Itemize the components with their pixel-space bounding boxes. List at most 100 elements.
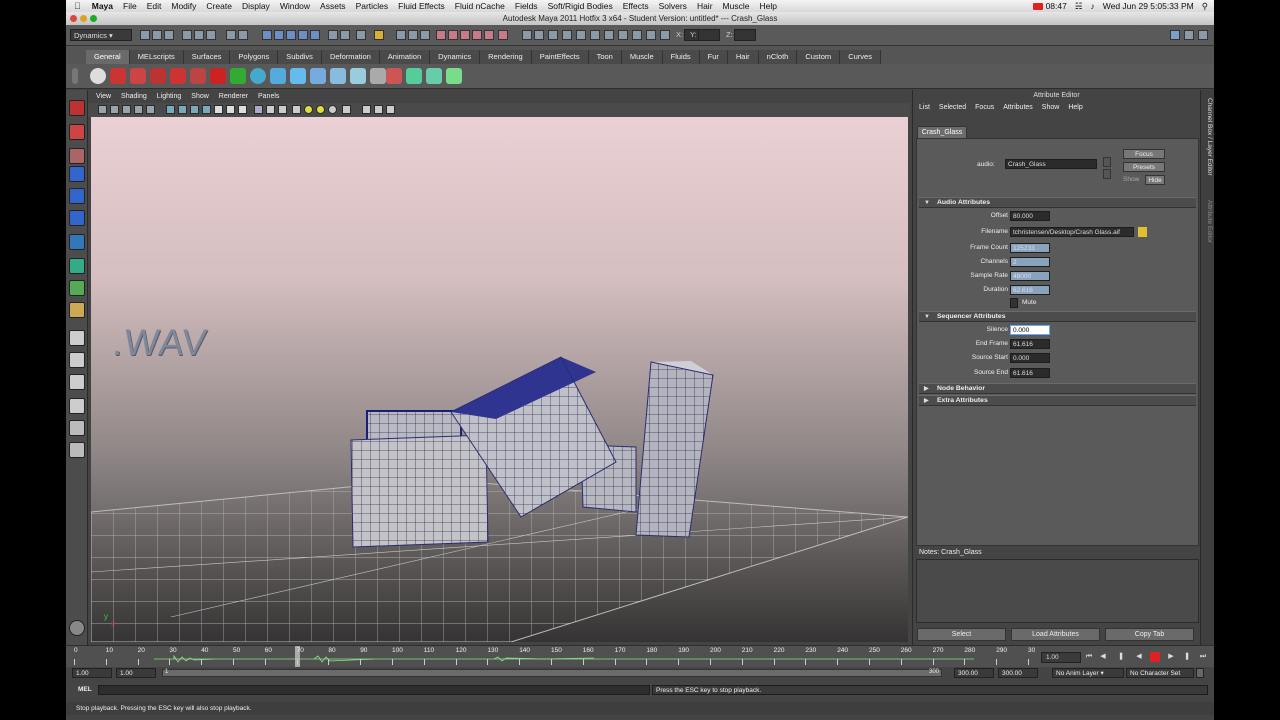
panel-menu-lighting[interactable]: Lighting [157, 93, 182, 103]
xray-joints-icon[interactable] [266, 105, 275, 114]
source-end-field[interactable]: 61.616 [1010, 368, 1050, 378]
component-editor-icon[interactable] [604, 30, 614, 40]
xyz-toggle-icon[interactable] [646, 30, 656, 40]
menu-effects[interactable]: Effects [618, 1, 654, 11]
xray-icon[interactable] [202, 105, 211, 114]
tool-settings-toggle-icon[interactable] [1198, 30, 1208, 40]
ae-menu-selected[interactable]: Selected [939, 102, 966, 114]
notes-textarea[interactable] [916, 559, 1199, 623]
help-icon[interactable] [110, 68, 126, 84]
ipr-render-icon[interactable] [408, 30, 418, 40]
new-scene-icon[interactable] [140, 30, 150, 40]
green-arrow-icon[interactable] [230, 68, 246, 84]
load-attributes-button[interactable]: Load Attributes [1011, 628, 1100, 641]
character-set-dropdown[interactable]: No Character Set [1126, 668, 1194, 678]
range-slider-track[interactable]: 1 300 [162, 669, 942, 677]
move-tool-icon[interactable] [69, 166, 85, 182]
channel-box-side-tab[interactable]: Channel Box / Layer Editor [1203, 98, 1213, 176]
snap-grid-icon[interactable] [262, 30, 272, 40]
spotlight-search-icon[interactable]: ⚲ [1202, 1, 1208, 12]
bookmark-icon[interactable] [122, 105, 131, 114]
shelf-tab-melscripts[interactable]: MELscripts [129, 50, 184, 64]
last-tool-icon[interactable] [69, 280, 85, 296]
quick-selection-icon[interactable] [576, 30, 586, 40]
copy-tab-button[interactable]: Copy Tab [1105, 628, 1194, 641]
attribute-editor-side-tab[interactable]: Attribute Editor [1203, 200, 1213, 243]
shelf-tab-painteffects[interactable]: PaintEffects [531, 50, 589, 64]
menu-help[interactable]: Help [754, 1, 781, 11]
offset-field[interactable]: 80.000 [1010, 211, 1050, 221]
cube-tool-icon[interactable] [69, 302, 85, 318]
shelf-menu-icon[interactable] [72, 68, 78, 84]
menu-create[interactable]: Create [201, 1, 237, 11]
default-light-icon[interactable] [304, 105, 313, 114]
playback-start-field[interactable]: 1.00 [116, 668, 156, 678]
mute-checkbox[interactable] [1010, 298, 1018, 308]
rename-icon[interactable] [548, 30, 558, 40]
panel-menu-show[interactable]: Show [191, 93, 209, 103]
camera-attr-icon[interactable] [110, 105, 119, 114]
scale-tool-icon[interactable] [69, 210, 85, 226]
wifi-icon[interactable]: ☵ [1075, 1, 1083, 12]
use-lights-icon[interactable] [226, 105, 235, 114]
single-view-layout-icon[interactable] [69, 330, 85, 346]
menu-file[interactable]: File [118, 1, 142, 11]
select-tool-icon[interactable] [69, 100, 85, 116]
select-component-icon[interactable] [206, 30, 216, 40]
magnet-icon[interactable] [210, 68, 226, 84]
shelf-tab-subdivs[interactable]: Subdivs [278, 50, 322, 64]
film-gate-icon[interactable] [362, 105, 371, 114]
open-scene-icon[interactable] [152, 30, 162, 40]
menu-app-maya[interactable]: Maya [87, 1, 118, 11]
numeric-input-icon[interactable] [562, 30, 572, 40]
make-live-icon[interactable] [310, 30, 320, 40]
snap-point-icon[interactable] [286, 30, 296, 40]
shelf-tab-muscle[interactable]: Muscle [621, 50, 663, 64]
menu-muscle[interactable]: Muscle [718, 1, 755, 11]
presets-button[interactable]: Presets [1123, 162, 1165, 172]
y-field[interactable] [698, 29, 720, 41]
menu-assets[interactable]: Assets [315, 1, 351, 11]
lasso-tool-icon[interactable] [69, 124, 85, 140]
safe-action-icon[interactable] [374, 105, 383, 114]
extra-attributes-header[interactable]: ▶ Extra Attributes [919, 395, 1196, 406]
audio-attributes-header[interactable]: ▼ Audio Attributes [919, 197, 1196, 208]
relative-transform-icon[interactable] [522, 30, 532, 40]
anim-layer-dropdown[interactable]: No Anim Layer ▾ [1052, 668, 1124, 678]
shelf-tab-fluids[interactable]: Fluids [662, 50, 700, 64]
menu-soft-rigid-bodies[interactable]: Soft/Rigid Bodies [543, 1, 618, 11]
emitter-icon[interactable] [190, 68, 206, 84]
ae-menu-help[interactable]: Help [1068, 102, 1082, 114]
select-object-icon[interactable] [194, 30, 204, 40]
wireframe-icon[interactable] [166, 105, 175, 114]
menu-modify[interactable]: Modify [166, 1, 201, 11]
nucleus-icon[interactable] [406, 68, 422, 84]
ncloth-icon[interactable] [90, 68, 106, 84]
step-back-key-icon[interactable]: ◀​ [1098, 652, 1108, 662]
render-settings-icon[interactable] [420, 30, 430, 40]
wireframe-on-shaded-icon[interactable] [190, 105, 199, 114]
ae-menu-show[interactable]: Show [1042, 102, 1060, 114]
node-name-field[interactable]: Crash_Glass [1005, 159, 1097, 169]
panel-menu-view[interactable]: View [96, 93, 111, 103]
ae-node-tab[interactable]: Crash_Glass [917, 126, 967, 138]
snap-curve-icon[interactable] [274, 30, 284, 40]
smooth-shade-icon[interactable] [178, 105, 187, 114]
shelf-tab-surfaces[interactable]: Surfaces [183, 50, 231, 64]
bend-icon[interactable] [290, 68, 306, 84]
persp-graph-layout-icon[interactable] [69, 398, 85, 414]
soft-mod-icon[interactable] [69, 258, 85, 274]
grid-toggle-icon[interactable] [146, 105, 155, 114]
shelf-tab-ncloth[interactable]: nCloth [758, 50, 798, 64]
safe-title-icon[interactable] [386, 105, 395, 114]
menu-hair[interactable]: Hair [692, 1, 718, 11]
recording-indicator[interactable]: 08:47 [1032, 1, 1067, 11]
ae-menu-attributes[interactable]: Attributes [1003, 102, 1033, 114]
hypergraph-icon[interactable] [590, 30, 600, 40]
select-hierarchy-icon[interactable] [182, 30, 192, 40]
script-editor-icon[interactable] [618, 30, 628, 40]
select-button[interactable]: Select [917, 628, 1006, 641]
menu-fields[interactable]: Fields [510, 1, 543, 11]
shelf-tab-animation[interactable]: Animation [379, 50, 431, 64]
graph-icon[interactable] [472, 30, 482, 40]
